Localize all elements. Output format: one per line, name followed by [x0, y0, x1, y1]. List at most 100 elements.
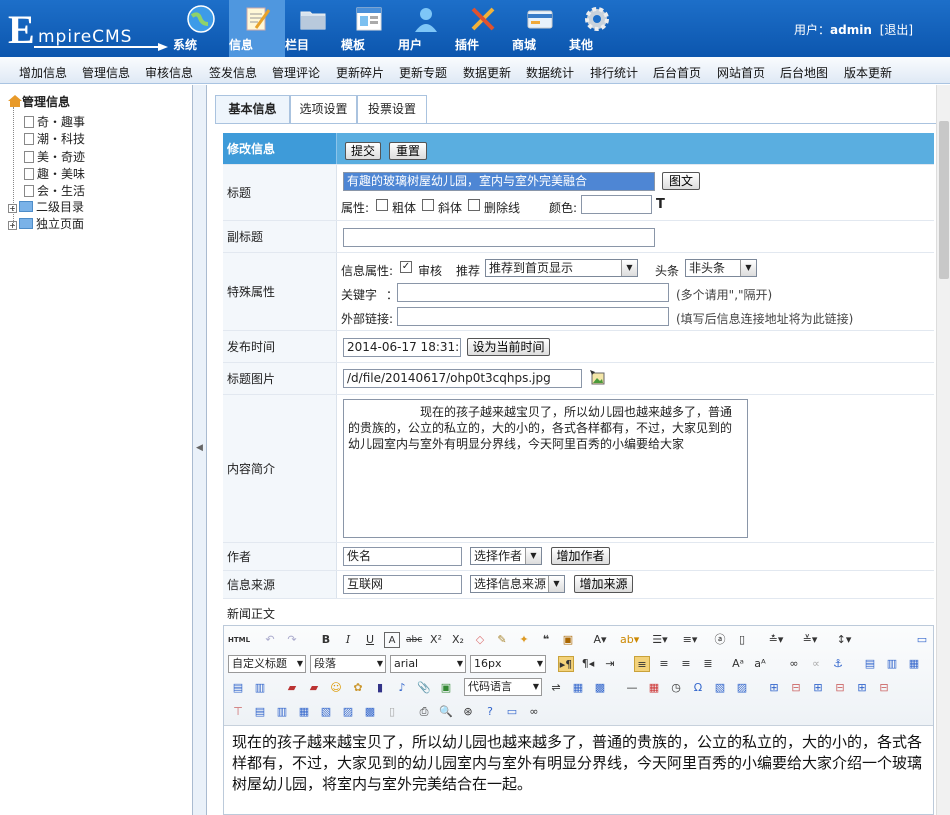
tree-folder[interactable]: + 二级目录	[8, 198, 84, 215]
logout-link[interactable]: [退出]	[880, 23, 913, 37]
superscript-icon[interactable]: X²	[428, 632, 444, 648]
delete-row-icon[interactable]: ⊟	[832, 680, 848, 696]
insert-link-icon[interactable]: ∞	[526, 704, 542, 720]
line-height-icon[interactable]: ↕▾	[836, 632, 852, 648]
multi-image-icon[interactable]: ▰	[306, 680, 322, 696]
submenu-data-stats[interactable]: 数据统计	[526, 64, 574, 81]
source-select[interactable]: 选择信息来源 ▼	[470, 575, 565, 593]
highlight-icon[interactable]: ab▾	[620, 632, 639, 648]
align-right-icon[interactable]: ≡	[678, 656, 694, 672]
tree-folder[interactable]: + 独立页面	[8, 215, 84, 232]
align-left-icon[interactable]: ≡	[634, 656, 650, 672]
select-all-icon[interactable]: ⓐ	[712, 632, 728, 648]
bold-icon[interactable]: B	[318, 632, 334, 648]
submenu-add-info[interactable]: 增加信息	[19, 64, 67, 81]
rtl-direction-icon[interactable]: ¶◂	[580, 656, 596, 672]
search-icon[interactable]: ⊛	[460, 704, 476, 720]
image-picker-icon[interactable]	[590, 370, 606, 386]
merge-cells-icon[interactable]: ▤	[252, 704, 268, 720]
map-icon[interactable]: ▨	[734, 680, 750, 696]
image-float-left-icon[interactable]: ▥	[884, 656, 900, 672]
nav-tab-info[interactable]: 信息	[229, 0, 285, 57]
expand-plus-icon[interactable]: +	[8, 221, 17, 230]
title-pic-button[interactable]: 图文	[662, 172, 700, 190]
review-checkbox[interactable]: ✓	[400, 261, 412, 273]
title-pic-input[interactable]: /d/file/20140617/ohp0t3cqhps.jpg	[343, 369, 582, 388]
magic-format-icon[interactable]: ✦	[516, 632, 532, 648]
paste-plain-icon[interactable]: ▣	[560, 632, 576, 648]
submenu-update-fragments[interactable]: 更新碎片	[336, 64, 384, 81]
align-justify-icon[interactable]: ≣	[700, 656, 716, 672]
submenu-admin-map[interactable]: 后台地图	[780, 64, 828, 81]
ltr-direction-icon[interactable]: ▸¶	[558, 656, 574, 672]
keywords-input[interactable]	[397, 283, 669, 302]
clear-doc-icon[interactable]: ▯	[734, 632, 750, 648]
tree-item[interactable]: 潮・科技	[24, 130, 85, 147]
image-float-none-icon[interactable]: ▤	[862, 656, 878, 672]
tree-item[interactable]: 美・奇迹	[24, 148, 85, 165]
split-cols-icon[interactable]: ▩	[362, 704, 378, 720]
delete-table-icon[interactable]: ⊟	[788, 680, 804, 696]
author-select[interactable]: 选择作者 ▼	[470, 547, 542, 565]
intro-textarea[interactable]: 现在的孩子越来越宝贝了，所以幼儿园也越来越多了，普通的贵族的，公立的私立的，大的…	[343, 399, 748, 538]
code-language-select[interactable]: 代码语言 ▼	[464, 678, 542, 696]
drafts-icon[interactable]: ▭	[504, 704, 520, 720]
nav-tab-system[interactable]: 系统	[173, 0, 229, 57]
italic-icon[interactable]: I	[340, 632, 356, 648]
lowercase-icon[interactable]: aᴬ	[752, 656, 768, 672]
submenu-version-update[interactable]: 版本更新	[844, 64, 892, 81]
scrawl-icon[interactable]: ✿	[350, 680, 366, 696]
publish-time-input[interactable]: 2014-06-17 18:31:04	[343, 338, 461, 357]
strikethrough-icon[interactable]: abc	[406, 632, 422, 648]
insert-image-icon[interactable]: ▰	[284, 680, 300, 696]
custom-style-select[interactable]: 自定义标题 ▼	[228, 655, 306, 673]
author-input[interactable]: 佚名	[343, 547, 462, 566]
add-author-button[interactable]: 增加作者	[551, 547, 610, 565]
font-color-icon[interactable]: A▾	[592, 632, 608, 648]
tab-option-settings[interactable]: 选项设置	[290, 95, 357, 124]
uppercase-icon[interactable]: Aᵃ	[730, 656, 746, 672]
split-cells-icon[interactable]: ▧	[318, 704, 334, 720]
image-center-icon[interactable]: ▤	[230, 680, 246, 696]
title-input[interactable]: 有趣的玻璃树屋幼儿园，室内与室外完美融合	[343, 172, 655, 191]
font-border-icon[interactable]: A	[384, 632, 400, 648]
nav-tab-plugin[interactable]: 插件	[455, 0, 511, 57]
page-break-icon[interactable]: ⇌	[548, 680, 564, 696]
nav-tab-other[interactable]: 其他	[569, 0, 625, 57]
submenu-site-home[interactable]: 网站首页	[717, 64, 765, 81]
row-spacing-bottom-icon[interactable]: ≚▾	[802, 632, 818, 648]
nav-tab-user[interactable]: 用户	[398, 0, 454, 57]
set-current-time-button[interactable]: 设为当前时间	[467, 338, 550, 356]
subtitle-input[interactable]	[343, 228, 655, 247]
paste-table-icon[interactable]: ▯	[384, 704, 400, 720]
special-chars-icon[interactable]: Ω	[690, 680, 706, 696]
preview-icon[interactable]: 🔍	[438, 704, 454, 720]
insert-col-icon[interactable]: ⊞	[854, 680, 870, 696]
undo-icon[interactable]: ↶	[262, 632, 278, 648]
html-source-button[interactable]: HTML	[228, 632, 250, 648]
italic-checkbox[interactable]	[422, 199, 434, 211]
blockquote-icon[interactable]: ❝	[538, 632, 554, 648]
headline-select[interactable]: 非头条 ▼	[685, 259, 757, 277]
split-rows-icon[interactable]: ▨	[340, 704, 356, 720]
source-input[interactable]: 互联网	[343, 575, 462, 594]
color-input[interactable]	[581, 195, 652, 214]
merge-down-icon[interactable]: ▦	[296, 704, 312, 720]
emotion-icon[interactable]: ☺	[328, 680, 344, 696]
insert-table-icon[interactable]: ⊞	[766, 680, 782, 696]
color-picker-icon[interactable]: T	[656, 197, 665, 212]
ordered-list-icon[interactable]: ☰▾	[652, 632, 668, 648]
tree-item[interactable]: 奇・趣事	[24, 113, 85, 130]
expand-plus-icon[interactable]: +	[8, 204, 17, 213]
collapse-arrow-icon[interactable]: ◀	[196, 443, 203, 453]
print-icon[interactable]: ⎙	[416, 704, 432, 720]
paragraph-select[interactable]: 段落 ▼	[310, 655, 386, 673]
underline-icon[interactable]: U	[362, 632, 378, 648]
recommend-select[interactable]: 推荐到首页显示 ▼	[485, 259, 638, 277]
unordered-list-icon[interactable]: ≡▾	[682, 632, 698, 648]
row-spacing-top-icon[interactable]: ≛▾	[768, 632, 784, 648]
format-brush-icon[interactable]: ✎	[494, 632, 510, 648]
fullscreen-icon[interactable]: ▭	[914, 632, 930, 648]
search-replace-icon[interactable]: ▧	[712, 680, 728, 696]
help-icon[interactable]: ?	[482, 704, 498, 720]
